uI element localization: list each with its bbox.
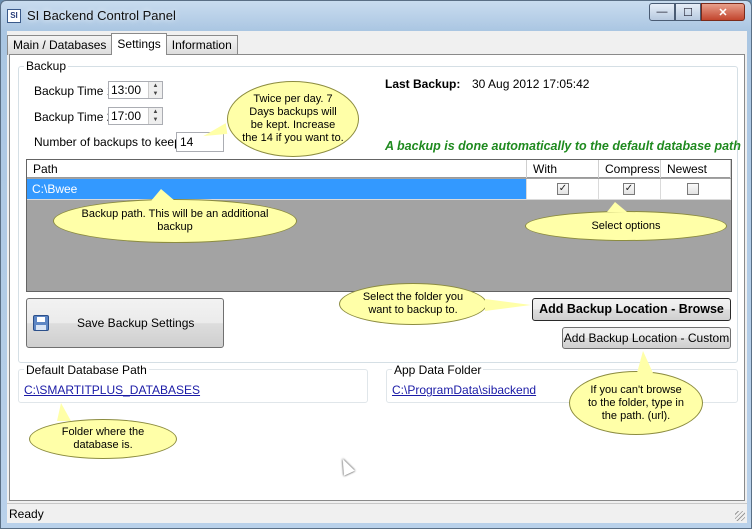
save-backup-settings-button[interactable]: Save Backup Settings (26, 298, 224, 348)
column-header-newest-only[interactable]: Newest Only (661, 160, 731, 194)
save-button-label: Save Backup Settings (77, 316, 195, 330)
spin-down-icon[interactable]: ▼ (149, 90, 162, 98)
grid-header: Path With Images Compress Newest Only (27, 160, 731, 194)
row-compress-cell: ✓ (599, 179, 661, 200)
add-backup-location-browse-button[interactable]: Add Backup Location - Browse (532, 298, 731, 321)
backup-time2-input[interactable]: 17:00 ▲ ▼ (108, 107, 163, 125)
compress-checkbox[interactable]: ✓ (623, 183, 635, 195)
backup-time2-spinner[interactable]: ▲ ▼ (148, 108, 162, 124)
spin-down-icon[interactable]: ▼ (149, 116, 162, 124)
title-bar[interactable]: SI SI Backend Control Panel — ☐ ✕ (1, 1, 751, 31)
minimize-button[interactable]: — (649, 3, 675, 21)
newest-only-checkbox[interactable] (687, 183, 699, 195)
callout-custom-folder: If you can't browse to the folder, type … (569, 371, 703, 435)
backup-time1-spinner[interactable]: ▲ ▼ (148, 82, 162, 98)
tab-settings[interactable]: Settings (111, 33, 167, 55)
callout-backup-path: Backup path. This will be an additional … (53, 199, 297, 243)
callout-tail (57, 403, 71, 421)
app-icon[interactable]: SI (7, 9, 21, 23)
with-images-checkbox[interactable]: ✓ (557, 183, 569, 195)
backup-time1-input[interactable]: 13:00 ▲ ▼ (108, 81, 163, 99)
backup-group-label: Backup (24, 59, 69, 73)
callout-tail (637, 351, 653, 373)
window-title: SI Backend Control Panel (27, 8, 176, 23)
resize-grip-icon[interactable] (735, 511, 745, 521)
row-with-images-cell: ✓ (527, 179, 599, 200)
row-path-cell[interactable]: C:\Bwee (27, 179, 527, 200)
tab-main-databases[interactable]: Main / Databases (7, 35, 113, 55)
backup-time2-value: 17:00 (111, 109, 142, 123)
app-window: SI SI Backend Control Panel — ☐ ✕ Main /… (0, 0, 752, 529)
callout-tail (151, 189, 175, 201)
callout-tail (607, 202, 627, 212)
default-database-path-label: Default Database Path (24, 363, 149, 377)
add-backup-location-custom-button[interactable]: Add Backup Location - Custom (562, 327, 731, 349)
auto-backup-message: A backup is done automatically to the de… (385, 139, 741, 153)
callout-db-folder: Folder where the database is. (29, 419, 177, 459)
column-header-compress[interactable]: Compress (599, 160, 661, 178)
close-button[interactable]: ✕ (701, 3, 745, 21)
app-data-folder-link[interactable]: C:\ProgramData\sibackend (392, 383, 536, 397)
column-header-path[interactable]: Path (27, 160, 527, 178)
maximize-button[interactable]: ☐ (675, 3, 701, 21)
tab-strip: Main / Databases Settings Information (7, 33, 238, 55)
status-text: Ready (9, 507, 44, 521)
app-data-folder-label: App Data Folder (392, 363, 484, 377)
last-backup-label: Last Backup: (385, 77, 461, 91)
status-bar: Ready (7, 503, 747, 523)
callout-twice-per-day: Twice per day. 7 Days backups will be ke… (227, 81, 359, 157)
backup-time1-value: 13:00 (111, 83, 142, 97)
callout-tail (485, 299, 531, 311)
backup-time1-label: Backup Time 1 (34, 84, 114, 98)
callout-select-folder: Select the folder you want to backup to. (339, 283, 487, 325)
row-newest-only-cell (661, 179, 731, 200)
default-database-path-link[interactable]: C:\SMARTITPLUS_DATABASES (24, 383, 200, 397)
floppy-disk-icon (33, 315, 49, 331)
spin-up-icon[interactable]: ▲ (149, 108, 162, 116)
callout-select-options: Select options (525, 211, 727, 241)
table-row[interactable]: C:\Bwee ✓ ✓ (27, 179, 731, 200)
backups-to-keep-label: Number of backups to keep (34, 135, 181, 149)
backup-time2-label: Backup Time 2 (34, 110, 114, 124)
last-backup-value: 30 Aug 2012 17:05:42 (472, 77, 590, 91)
spin-up-icon[interactable]: ▲ (149, 82, 162, 90)
column-header-with-images[interactable]: With Images (527, 160, 599, 194)
tab-information[interactable]: Information (165, 35, 238, 55)
